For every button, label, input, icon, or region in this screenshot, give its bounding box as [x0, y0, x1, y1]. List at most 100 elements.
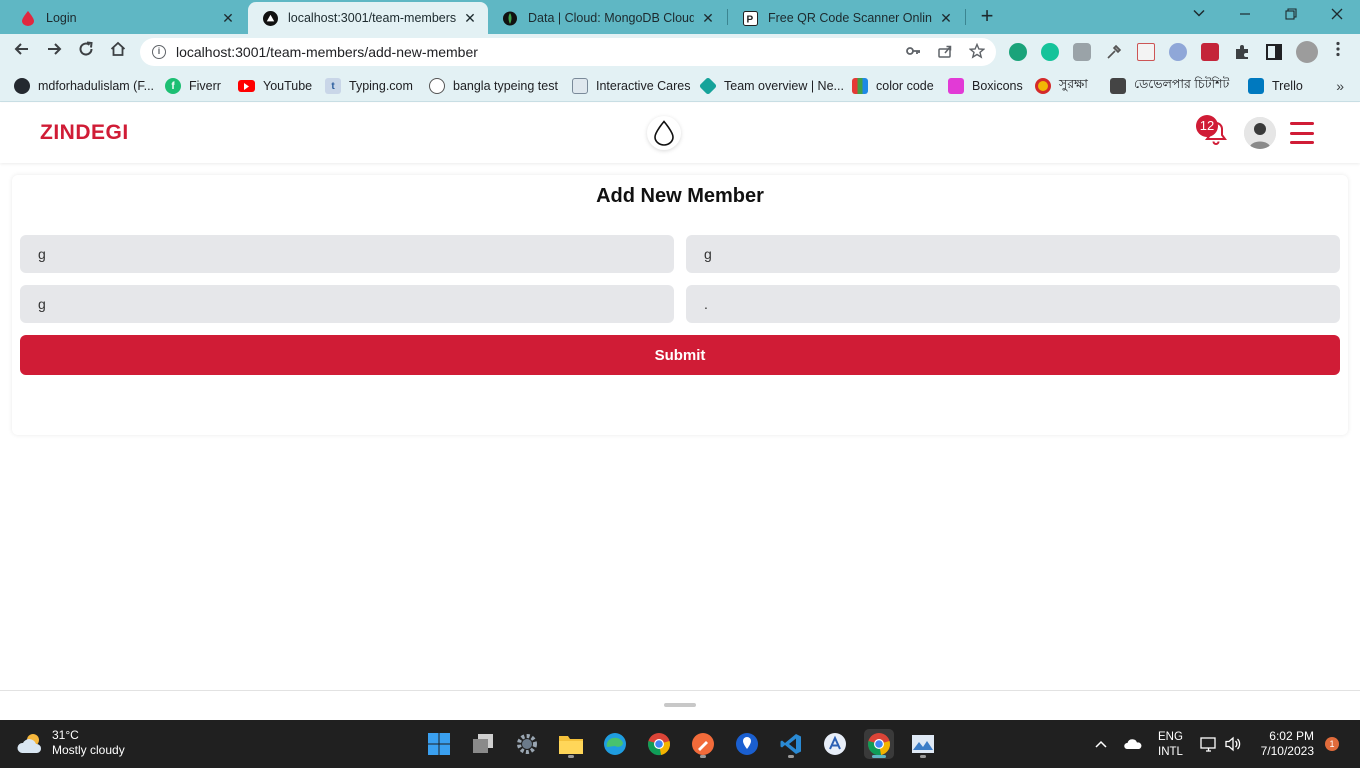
member-field-4[interactable]: [686, 285, 1340, 323]
globe-icon: [429, 78, 445, 94]
extension-swirl-icon[interactable]: [1169, 43, 1187, 61]
bookmark-label: Boxicons: [972, 79, 1023, 93]
extension-window-icon[interactable]: [1137, 43, 1155, 61]
forward-arrow-icon[interactable]: [42, 40, 66, 64]
bookmark-developer-cheatsheet[interactable]: ডেভেলপার চিটশিট: [1110, 77, 1229, 95]
tray-chevron-up-icon[interactable]: [1094, 720, 1108, 768]
tab-qr-scanner[interactable]: P Free QR Code Scanner Online - C ✕: [728, 2, 964, 34]
tab-search-chevron-icon[interactable]: [1186, 4, 1212, 26]
running-indicator: [700, 755, 706, 758]
member-field-3[interactable]: [20, 285, 674, 323]
blood-drop-logo-icon[interactable]: [647, 116, 681, 150]
eyedropper-icon[interactable]: [1105, 43, 1123, 61]
tab-add-member[interactable]: localhost:3001/team-members/a ✕: [248, 2, 488, 34]
network-icon[interactable]: [1200, 720, 1218, 768]
extension-puzzle-dots-icon[interactable]: [1073, 43, 1091, 61]
onedrive-cloud-icon[interactable]: [1124, 720, 1142, 768]
bookmark-label: ডেভেলপার চিটশিট: [1134, 77, 1230, 91]
menu-kebab-icon[interactable]: [1326, 40, 1350, 64]
bookmark-label: YouTube: [263, 79, 313, 93]
chrome-active-icon[interactable]: [864, 729, 894, 759]
side-panel-icon[interactable]: [1265, 43, 1283, 61]
member-field-2[interactable]: [686, 235, 1340, 273]
hamburger-menu-icon[interactable]: [1290, 122, 1314, 144]
browser-tab-strip: Login ✕ localhost:3001/team-members/a ✕ …: [0, 0, 1360, 34]
drag-handle[interactable]: [664, 703, 696, 707]
windows-start-icon[interactable]: [424, 729, 454, 759]
new-tab-button[interactable]: +: [976, 5, 998, 27]
bookmark-color-code[interactable]: color code: [852, 77, 934, 95]
profile-avatar[interactable]: [1296, 41, 1318, 63]
bookmark-boxicons[interactable]: Boxicons: [948, 77, 1023, 95]
reload-icon[interactable]: [74, 40, 98, 64]
brand-logo[interactable]: ZINDEGI: [40, 121, 129, 145]
bookmarks-more-button[interactable]: »: [1336, 78, 1344, 94]
tab-title: Data | Cloud: MongoDB Cloud: [528, 11, 694, 25]
photos-app-icon[interactable]: [908, 729, 938, 759]
bookmark-star-icon[interactable]: [968, 42, 986, 61]
edge-browser-icon[interactable]: [600, 729, 630, 759]
share-icon[interactable]: [936, 43, 954, 61]
tab-close-icon[interactable]: ✕: [700, 10, 716, 27]
system-clock[interactable]: 6:02 PM 7/10/2023: [1254, 729, 1314, 759]
close-window-icon[interactable]: [1324, 4, 1350, 26]
hamburger-line: [1290, 122, 1314, 125]
chrome-icon[interactable]: [644, 729, 674, 759]
fiverr-icon: f: [165, 78, 181, 94]
restore-icon[interactable]: [1278, 4, 1304, 26]
home-icon[interactable]: [106, 40, 130, 64]
tab-login[interactable]: Login ✕: [6, 2, 246, 34]
minimize-icon[interactable]: [1232, 4, 1258, 26]
bookmark-trello[interactable]: Trello: [1248, 77, 1303, 95]
weather-widget[interactable]: 31°C Mostly cloudy: [16, 728, 125, 758]
bookmark-team-overview[interactable]: Team overview | Ne...: [698, 76, 844, 96]
address-bar[interactable]: i localhost:3001/team-members/add-new-me…: [140, 38, 996, 66]
bookmark-label: সুরক্ষা: [1059, 77, 1088, 91]
extension-sync-icon[interactable]: [1009, 43, 1027, 61]
typing-icon: t: [325, 78, 341, 94]
app-store-icon[interactable]: [820, 729, 850, 759]
bookmark-typing[interactable]: t Typing.com: [325, 77, 413, 95]
user-avatar[interactable]: [1244, 117, 1276, 149]
task-view-icon[interactable]: [468, 729, 498, 759]
bookmark-label: Trello: [1272, 79, 1303, 93]
bookmark-bangla-typing[interactable]: bangla typeing test: [429, 77, 558, 95]
bookmark-youtube[interactable]: YouTube: [238, 77, 312, 95]
vscode-icon[interactable]: [776, 729, 806, 759]
site-info-icon[interactable]: i: [152, 45, 166, 59]
submit-button[interactable]: Submit: [20, 335, 1340, 375]
bookmarks-bar: mdforhadulislam (F... f Fiverr YouTube t…: [0, 70, 1360, 102]
file-explorer-icon[interactable]: [556, 729, 586, 759]
tab-separator: [965, 9, 966, 25]
bookmark-label: mdforhadulislam (F...: [38, 79, 155, 93]
tab-mongodb[interactable]: Data | Cloud: MongoDB Cloud ✕: [488, 2, 726, 34]
tab-close-icon[interactable]: ✕: [462, 10, 478, 27]
bookmark-label: Interactive Cares: [596, 79, 691, 93]
add-member-card: Add New Member Submit: [12, 175, 1348, 435]
bookmark-fiverr[interactable]: f Fiverr: [165, 77, 221, 95]
suraksha-icon: [1035, 78, 1051, 94]
settings-gear-icon[interactable]: [512, 729, 542, 759]
back-arrow-icon[interactable]: [10, 40, 34, 64]
extension-red-icon[interactable]: [1201, 43, 1219, 61]
maps-pin-icon[interactable]: [732, 729, 762, 759]
tab-close-icon[interactable]: ✕: [938, 10, 954, 27]
notification-center-badge[interactable]: 1: [1325, 737, 1339, 751]
address-url[interactable]: localhost:3001/team-members/add-new-memb…: [176, 44, 478, 60]
keyboard-layout: INTL: [1158, 746, 1183, 758]
bookmark-interactive-cares[interactable]: Interactive Cares: [572, 77, 690, 95]
notification-count-badge: 12: [1196, 115, 1218, 137]
key-icon[interactable]: [904, 43, 922, 61]
temperature: 31°C: [52, 728, 79, 742]
member-field-1[interactable]: [20, 235, 674, 273]
grammarly-icon[interactable]: [1041, 43, 1059, 61]
extensions-puzzle-icon[interactable]: [1233, 43, 1251, 61]
youtube-icon: [238, 80, 255, 92]
tab-close-icon[interactable]: ✕: [220, 10, 236, 27]
input-language[interactable]: ENG INTL: [1158, 730, 1183, 760]
bookmark-github[interactable]: mdforhadulislam (F...: [14, 77, 154, 95]
app-header: ZINDEGI 12: [0, 103, 1360, 163]
pen-app-icon[interactable]: [688, 729, 718, 759]
bookmark-suraksha[interactable]: সুরক্ষা: [1035, 77, 1088, 95]
volume-speaker-icon[interactable]: [1224, 720, 1242, 768]
